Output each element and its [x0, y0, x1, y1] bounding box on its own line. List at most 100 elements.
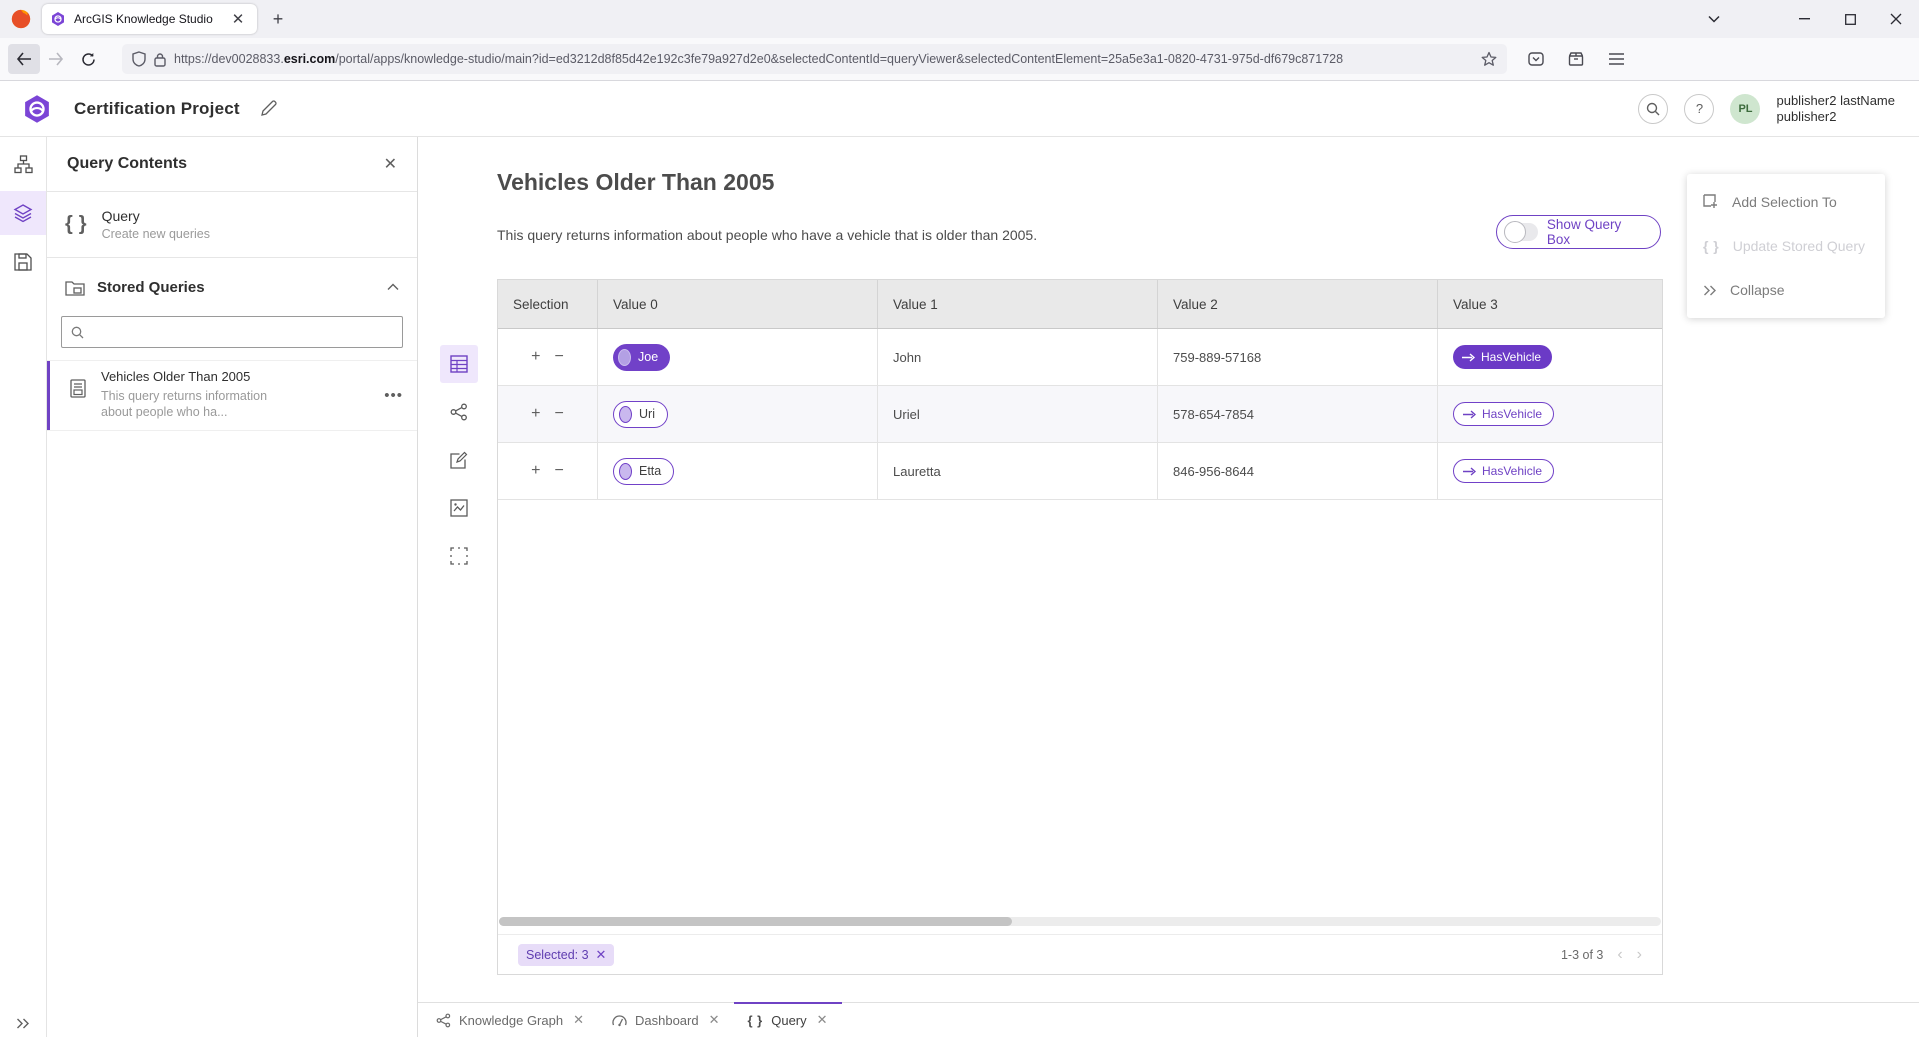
view-tool-strip	[440, 345, 478, 575]
table-row[interactable]: +− Joe John 759-889-57168 HasVehicle	[498, 329, 1662, 386]
url-text[interactable]: https://dev0028833.esri.com/portal/apps/…	[174, 52, 1473, 66]
window-maximize-button[interactable]	[1827, 0, 1873, 38]
entity-pill[interactable]: Etta	[613, 458, 674, 485]
pocket-save-icon[interactable]	[1521, 45, 1551, 73]
column-header-value1[interactable]: Value 1	[878, 280, 1158, 328]
remove-from-selection-icon[interactable]: −	[555, 349, 564, 365]
braces-icon: { }	[748, 1013, 764, 1028]
rail-layers-icon[interactable]	[0, 191, 46, 235]
column-header-value2[interactable]: Value 2	[1158, 280, 1438, 328]
remove-from-selection-icon[interactable]: −	[555, 406, 564, 422]
close-tab-icon[interactable]: ✕	[709, 1012, 720, 1028]
column-header-value0[interactable]: Value 0	[598, 280, 878, 328]
rail-save-icon[interactable]	[0, 240, 46, 284]
search-icon	[71, 326, 84, 339]
previous-page-icon[interactable]: ‹	[1617, 946, 1622, 964]
browser-toolbar: https://dev0028833.esri.com/portal/apps/…	[0, 38, 1919, 81]
column-header-selection[interactable]: Selection	[498, 280, 598, 328]
show-query-box-toggle[interactable]: Show Query Box	[1496, 215, 1661, 249]
stored-queries-search[interactable]	[61, 316, 403, 348]
selected-count-chip[interactable]: Selected: 3✕	[518, 944, 614, 966]
column-header-value3[interactable]: Value 3	[1438, 280, 1662, 328]
browser-tab[interactable]: ArcGIS Knowledge Studio ✕	[42, 4, 257, 34]
tab-close-icon[interactable]: ✕	[227, 8, 249, 30]
link-chart-icon[interactable]	[440, 393, 478, 431]
new-query-item[interactable]: { } Query Create new queries	[47, 192, 417, 258]
window-close-button[interactable]	[1873, 0, 1919, 38]
knowledge-graph-icon	[436, 1013, 451, 1028]
table-view-icon[interactable]	[440, 345, 478, 383]
page-description: This query returns information about peo…	[497, 227, 1037, 243]
rail-data-model-icon[interactable]	[0, 142, 46, 186]
toggle-switch[interactable]	[1504, 223, 1538, 241]
expand-rail-icon[interactable]	[0, 1018, 46, 1029]
search-input[interactable]	[92, 325, 393, 340]
cell-value2[interactable]: 759-889-57168	[1158, 329, 1438, 385]
relationship-pill[interactable]: HasVehicle	[1453, 459, 1554, 483]
search-button[interactable]	[1638, 94, 1668, 124]
query-item-subtitle: Create new queries	[102, 227, 210, 241]
url-bar[interactable]: https://dev0028833.esri.com/portal/apps/…	[122, 44, 1507, 74]
window-minimize-button[interactable]	[1781, 0, 1827, 38]
horizontal-scrollbar[interactable]	[499, 917, 1661, 926]
reload-button[interactable]	[72, 44, 104, 74]
tab-knowledge-graph[interactable]: Knowledge Graph✕	[422, 1003, 598, 1037]
hamburger-menu-icon[interactable]	[1601, 45, 1631, 73]
cell-value1[interactable]: Lauretta	[878, 443, 1158, 499]
tracking-protection-shield-icon[interactable]	[132, 51, 146, 67]
chevron-up-icon[interactable]	[387, 283, 399, 291]
firefox-icon[interactable]	[10, 8, 32, 30]
entity-oval-icon	[618, 349, 631, 366]
menu-item-collapse[interactable]: Collapse	[1687, 268, 1885, 312]
connection-lock-icon[interactable]	[154, 52, 166, 67]
menu-item-update-stored-query[interactable]: { } Update Stored Query	[1687, 224, 1885, 268]
forward-button[interactable]	[40, 44, 72, 74]
list-tabs-icon[interactable]	[1697, 0, 1731, 38]
help-button[interactable]: ?	[1684, 94, 1714, 124]
stored-query-item[interactable]: Vehicles Older Than 2005 This query retu…	[47, 360, 417, 431]
stored-query-description: This query returns information about peo…	[101, 388, 281, 420]
add-to-selection-icon[interactable]: +	[531, 463, 540, 479]
cell-value2[interactable]: 578-654-7854	[1158, 386, 1438, 442]
add-to-selection-icon[interactable]: +	[531, 406, 540, 422]
stored-queries-header[interactable]: Stored Queries	[47, 262, 417, 312]
toggle-knob	[1504, 221, 1526, 243]
more-options-icon[interactable]: •••	[384, 387, 403, 404]
new-tab-button[interactable]: +	[267, 8, 289, 30]
folder-icon	[65, 279, 85, 296]
user-name-line1: publisher2 lastName	[1776, 93, 1895, 109]
entity-pill[interactable]: Uri	[613, 401, 668, 428]
user-name-block[interactable]: publisher2 lastName publisher2	[1776, 93, 1895, 125]
cell-value1[interactable]: Uriel	[878, 386, 1158, 442]
close-tab-icon[interactable]: ✕	[817, 1012, 828, 1028]
extensions-icon[interactable]	[1561, 45, 1591, 73]
edit-map-icon[interactable]	[440, 441, 478, 479]
tab-dashboard[interactable]: Dashboard✕	[598, 1003, 734, 1037]
panel-close-icon[interactable]: ✕	[384, 154, 397, 174]
chart-media-icon[interactable]	[440, 489, 478, 527]
next-page-icon[interactable]: ›	[1637, 946, 1642, 964]
cell-value2[interactable]: 846-956-8644	[1158, 443, 1438, 499]
scrollbar-thumb[interactable]	[499, 917, 1012, 926]
cell-value1[interactable]: John	[878, 329, 1158, 385]
tab-query[interactable]: { } Query✕	[734, 1003, 842, 1037]
knowledge-studio-logo[interactable]	[22, 94, 52, 124]
entity-oval-icon	[619, 463, 632, 480]
table-row[interactable]: +− Uri Uriel 578-654-7854 HasVehicle	[498, 386, 1662, 443]
bookmark-star-icon[interactable]	[1481, 51, 1497, 67]
menu-item-add-selection-to[interactable]: Add Selection To	[1687, 180, 1885, 224]
remove-from-selection-icon[interactable]: −	[555, 463, 564, 479]
user-avatar[interactable]: PL	[1730, 94, 1760, 124]
clear-selection-icon[interactable]: ✕	[596, 947, 607, 963]
entity-pill[interactable]: Joe	[613, 344, 670, 371]
edit-title-pencil-icon[interactable]	[260, 100, 277, 117]
close-tab-icon[interactable]: ✕	[573, 1012, 584, 1028]
relationship-pill[interactable]: HasVehicle	[1453, 402, 1554, 426]
add-to-selection-icon[interactable]: +	[531, 349, 540, 365]
relationship-pill[interactable]: HasVehicle	[1453, 345, 1552, 369]
table-row[interactable]: +− Etta Lauretta 846-956-8644 HasVehicle	[498, 443, 1662, 500]
page-title: Vehicles Older Than 2005	[497, 169, 774, 196]
back-button[interactable]	[8, 44, 40, 74]
table-header-row: Selection Value 0 Value 1 Value 2 Value …	[498, 280, 1662, 329]
marquee-select-icon[interactable]	[440, 537, 478, 575]
